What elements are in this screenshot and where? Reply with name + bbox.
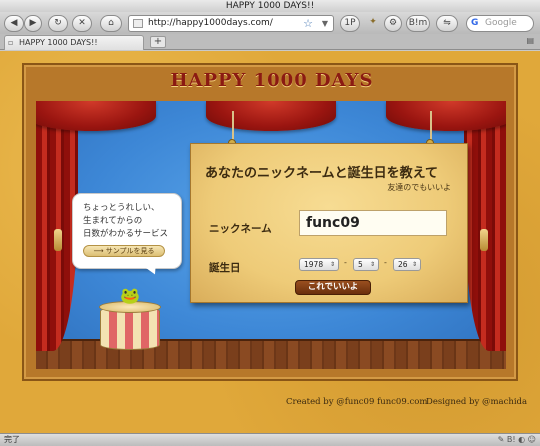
curtain-valance-left bbox=[36, 101, 156, 131]
bubble-line-2: 生まれてからの bbox=[83, 216, 143, 226]
select-arrows-icon: ⇕ bbox=[329, 261, 335, 268]
browser-toolbar: ◀ ▶ ↻ ✕ ⌂ http://happy1000days.com/ ☆ ▼ … bbox=[0, 12, 540, 34]
curtain-valance-center bbox=[206, 101, 336, 131]
arrow-right-icon: ⟶ bbox=[93, 247, 104, 255]
stop-icon: ✕ bbox=[78, 18, 86, 28]
home-icon: ⌂ bbox=[108, 18, 114, 28]
speech-bubble: ちょっとうれしい、 生まれてからの 日数がわかるサービス ⟶ サンプルを見る bbox=[72, 193, 182, 269]
frog-mascot-icon: 🐸 bbox=[120, 286, 140, 305]
select-arrows-icon: ⇕ bbox=[411, 261, 417, 268]
sample-link-label: サンプルを見る bbox=[105, 247, 155, 255]
forward-button[interactable]: ▶ bbox=[24, 15, 42, 32]
footer-design-link[interactable]: Designed by @machida bbox=[426, 397, 527, 407]
search-input[interactable]: G Google bbox=[466, 15, 534, 32]
form-board: あなたのニックネームと誕生日を教えて 友達のでもいいよ ニックネーム 誕生日 1… bbox=[190, 143, 468, 303]
url-text: http://happy1000days.com/ bbox=[148, 18, 273, 28]
hatena-bookmark-button[interactable]: B!m bbox=[406, 15, 430, 32]
birthday-label: 誕生日 bbox=[209, 262, 241, 274]
submit-button[interactable]: これでいいよ bbox=[295, 280, 371, 295]
tools-icon: ⇋ bbox=[443, 18, 451, 28]
back-arrow-icon: ◀ bbox=[10, 18, 18, 28]
status-bar: 完了 ✎ B! ◐ ☺ bbox=[0, 433, 540, 446]
stage-frame: HAPPY 1000 DAYS ちょっとうれしい、 生まれてからの 日数がわかる… bbox=[22, 63, 518, 381]
birth-day-value: 26 bbox=[398, 260, 408, 269]
status-addon-icons[interactable]: ✎ B! ◐ ☺ bbox=[498, 434, 536, 446]
tools-button[interactable]: ⇋ bbox=[436, 15, 458, 32]
stop-button[interactable]: ✕ bbox=[72, 15, 92, 32]
back-button[interactable]: ◀ bbox=[4, 15, 24, 32]
bubble-line-3: 日数がわかるサービス bbox=[83, 229, 169, 239]
tab-bar: ▫ HAPPY 1000 DAYS!! + ▤ bbox=[0, 34, 540, 50]
birth-month-select[interactable]: 5 ⇕ bbox=[353, 258, 379, 271]
right-curtain bbox=[464, 101, 506, 351]
web-page: HAPPY 1000 DAYS ちょっとうれしい、 生まれてからの 日数がわかる… bbox=[0, 51, 540, 433]
bubble-line-1: ちょっとうれしい、 bbox=[83, 203, 160, 213]
stage: ちょっとうれしい、 生まれてからの 日数がわかるサービス ⟶ サンプルを見る 🐸… bbox=[36, 101, 506, 369]
tab-page-icon: ▫ bbox=[8, 38, 14, 47]
tab-label: HAPPY 1000 DAYS!! bbox=[19, 38, 98, 47]
nickname-input[interactable] bbox=[299, 210, 447, 236]
forward-arrow-icon: ▶ bbox=[29, 18, 37, 28]
search-placeholder: Google bbox=[485, 18, 517, 28]
onepassword-button[interactable]: 1P bbox=[340, 15, 360, 32]
rope-right bbox=[430, 111, 432, 141]
footer-credit-link[interactable]: Created by @func09 func09.com bbox=[286, 397, 427, 407]
site-title: HAPPY 1000 DAYS bbox=[170, 70, 374, 91]
window-title: HAPPY 1000 DAYS!! bbox=[0, 0, 540, 12]
new-tab-button[interactable]: + bbox=[150, 36, 166, 48]
birth-day-select[interactable]: 26 ⇕ bbox=[393, 258, 421, 271]
form-subtitle: 友達のでもいいよ bbox=[387, 183, 451, 192]
form-title: あなたのニックネームと誕生日を教えて bbox=[205, 166, 438, 181]
sample-link-button[interactable]: ⟶ サンプルを見る bbox=[83, 245, 165, 257]
bookmark-star-icon[interactable]: ☆ bbox=[303, 16, 313, 31]
birth-year-select[interactable]: 1978 ⇕ bbox=[299, 258, 339, 271]
date-separator: - bbox=[344, 258, 347, 267]
url-bar[interactable]: http://happy1000days.com/ ☆ ▼ bbox=[128, 15, 334, 32]
tab-happy-1000-days[interactable]: ▫ HAPPY 1000 DAYS!! bbox=[4, 35, 144, 50]
home-button[interactable]: ⌂ bbox=[100, 15, 122, 32]
status-text: 完了 bbox=[4, 435, 20, 444]
reload-button[interactable]: ↻ bbox=[48, 15, 68, 32]
nickname-label: ニックネーム bbox=[209, 223, 272, 235]
curtain-valance-right bbox=[386, 101, 506, 131]
birth-month-value: 5 bbox=[358, 260, 363, 269]
rope-left bbox=[232, 111, 234, 141]
tab-menu-icon[interactable]: ▤ bbox=[526, 36, 534, 45]
extension-icon[interactable]: ✦ bbox=[364, 15, 382, 32]
right-tassel bbox=[480, 229, 488, 251]
settings-gear-icon[interactable]: ⚙ bbox=[384, 15, 402, 32]
date-separator: - bbox=[384, 258, 387, 267]
left-tassel bbox=[54, 229, 62, 251]
reload-icon: ↻ bbox=[54, 18, 62, 28]
url-dropdown-icon[interactable]: ▼ bbox=[322, 16, 328, 31]
birth-year-value: 1978 bbox=[304, 260, 324, 269]
page-favicon-icon bbox=[133, 19, 143, 28]
google-icon: G bbox=[471, 18, 479, 28]
select-arrows-icon: ⇕ bbox=[369, 261, 375, 268]
